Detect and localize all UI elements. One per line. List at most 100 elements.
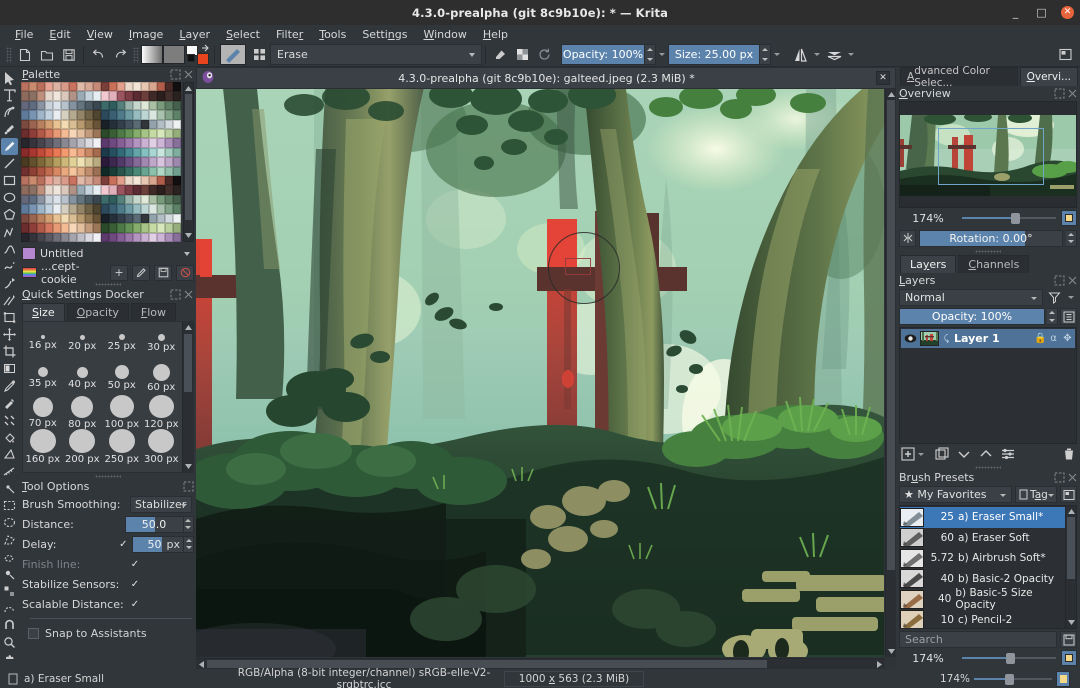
duplicate-layer-button[interactable] [934,447,949,462]
palette-swatch[interactable] [173,223,181,233]
delay-checkbox[interactable]: ✓ [119,539,128,550]
palette-swatch[interactable] [109,213,117,224]
delay-spinner[interactable] [184,535,194,553]
brush-size-cell[interactable]: 100 px [102,395,142,430]
palette-swatch[interactable] [157,82,165,92]
palette-swatch[interactable] [165,82,173,92]
tab-size[interactable]: Size [22,303,65,321]
palette-swatch[interactable] [133,204,141,214]
palette-swatch[interactable] [45,100,53,111]
palette-swatch[interactable] [85,129,93,139]
palette-swatch[interactable] [93,166,101,177]
float-docker-icon[interactable] [1054,472,1065,483]
rotation-spinner[interactable] [1066,229,1077,247]
palette-swatch[interactable] [109,147,117,158]
crop-tool-icon[interactable] [1,344,18,360]
blend-mode-combo[interactable]: Normal [899,289,1043,306]
palette-swatch[interactable] [125,100,133,111]
palette-swatch[interactable] [109,194,117,205]
gradient-tool-icon[interactable] [1,361,18,377]
palette-swatch[interactable] [21,213,29,224]
palette-swatch[interactable] [165,194,173,205]
palette-swatch[interactable] [69,213,77,224]
palette-swatch[interactable] [77,185,85,195]
palette-swatch[interactable] [69,129,77,139]
palette-swatch[interactable] [117,204,125,214]
transform-tool-icon[interactable] [1,310,18,326]
palette-swatch[interactable] [133,166,141,177]
palette-swatch[interactable] [117,100,125,111]
move-tool-icon[interactable] [1,327,18,343]
palette-swatch[interactable] [53,147,61,158]
text-tool-icon[interactable] [1,87,18,103]
palette-swatch[interactable] [165,185,173,195]
palette-swatch[interactable] [165,119,173,130]
scroll-down-icon[interactable] [184,230,193,241]
palette-swatch[interactable] [53,204,61,214]
filter-layers-icon[interactable] [1046,289,1062,306]
opacity-options-icon[interactable] [659,53,665,56]
palette-swatch[interactable] [53,232,61,242]
menu-item-select[interactable]: Select [218,27,268,42]
palette-swatch[interactable] [149,223,157,233]
close-docker-icon[interactable] [1067,472,1078,483]
palette-swatch[interactable] [109,129,117,139]
palette-swatch[interactable] [53,129,61,139]
palette-swatch[interactable] [21,138,29,148]
pattern-grid-icon[interactable] [248,44,270,65]
palette-swatch[interactable] [149,100,157,111]
layer-inherit-alpha-icon[interactable]: ⤹ [942,334,951,344]
palette-swatch[interactable] [133,223,141,233]
palette-swatch[interactable] [133,100,141,111]
menu-item-help[interactable]: Help [475,27,516,42]
palette-swatch[interactable] [133,129,141,139]
palette-swatch[interactable] [37,110,45,120]
palette-swatch[interactable] [93,157,101,167]
palette-swatch[interactable] [37,129,45,139]
palette-swatch[interactable] [53,138,61,148]
palette-swatch[interactable] [101,82,109,92]
palette-swatch[interactable] [173,204,181,214]
layer-properties-icon[interactable] [1060,308,1077,325]
palette-swatch[interactable] [37,213,45,224]
palette-swatch[interactable] [45,82,53,92]
palette-swatch[interactable] [69,194,77,205]
palette-swatch[interactable] [61,138,69,148]
palette-swatch[interactable] [93,185,101,195]
new-document-icon[interactable] [14,44,36,65]
edit-shapes-tool-icon[interactable] [1,121,18,137]
palette-swatch[interactable] [149,185,157,195]
palette-swatch[interactable] [157,138,165,148]
palette-swatch[interactable] [77,147,85,158]
polygonal-selection-tool-icon[interactable] [1,532,18,548]
palette-swatch[interactable] [61,176,69,186]
palette-swatch[interactable] [93,138,101,148]
palette-swatch[interactable] [21,176,29,186]
palette-swatch[interactable] [165,138,173,148]
palette-swatch[interactable] [77,176,85,186]
maximize-button[interactable]: □ [1035,6,1048,19]
finish-line-checkbox[interactable]: ✓ [130,559,140,570]
close-docker-icon[interactable] [1067,88,1078,99]
palette-swatch[interactable] [165,213,173,224]
palette-swatch[interactable] [133,91,141,101]
palette-swatch[interactable] [117,138,125,148]
palette-swatch[interactable] [141,194,149,205]
palette-swatch[interactable] [157,223,165,233]
canvas-viewport[interactable] [196,89,896,669]
fit-to-page-button[interactable] [1061,210,1077,226]
palette-swatch[interactable] [141,110,149,120]
palette-swatch[interactable] [149,119,157,130]
tab-opacity[interactable]: Opacity [66,303,129,321]
palette-swatch[interactable] [21,204,29,214]
palette-swatch[interactable] [173,176,181,186]
palette-swatch[interactable] [61,82,69,92]
palette-swatch[interactable] [29,232,37,242]
palette-swatch[interactable] [141,232,149,242]
brush-size-cell[interactable]: 60 px [142,360,182,395]
palette-swatch[interactable] [157,157,165,167]
palette-swatch[interactable] [69,185,77,195]
palette-swatch[interactable] [69,232,77,242]
elliptical-selection-tool-icon[interactable] [1,515,18,531]
palette-swatch[interactable] [125,91,133,101]
